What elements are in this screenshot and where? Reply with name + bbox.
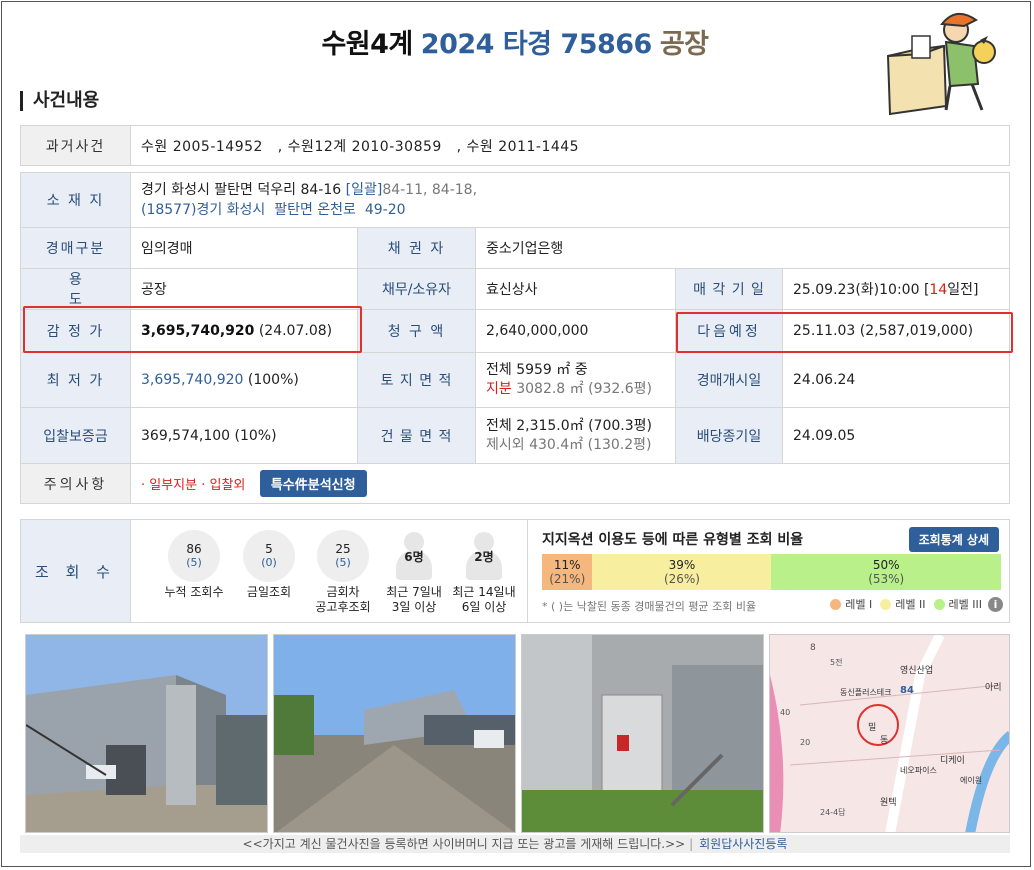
- property-photo-1[interactable]: [25, 634, 268, 833]
- usage-value: 공장: [130, 268, 358, 310]
- view-ratio-panel: 지지옥션 이용도 등에 따른 유형별 조회 비율 조회통계 상세 11% (21%…: [527, 520, 1009, 622]
- past-cases-table: 과거사건 수원 2005-14952 , 수원12계 2010-30859 , …: [20, 125, 1010, 166]
- ratio-note: * ( )는 낙찰된 동종 경매물건의 평균 조회 비율: [542, 600, 757, 613]
- stat-recent-7days: 6명 최근 7일내 3일 이상: [374, 530, 454, 615]
- map-label: 24-4답: [820, 807, 846, 817]
- land-area-label: 토 지 면 적: [357, 352, 476, 408]
- claim-label: 청 구 액: [357, 309, 476, 353]
- deposit-value: 369,574,100 (10%): [130, 407, 358, 464]
- past-cases-label: 과거사건: [20, 125, 131, 166]
- road-address: (18577)경기 화성시 팔탄면 온천로 49-20: [141, 202, 406, 218]
- map-label: 동: [880, 735, 888, 746]
- stat-total-views: 86 (5) 누적 조회수: [154, 530, 234, 600]
- section-title: 사건내용: [20, 91, 99, 111]
- stats-detail-button[interactable]: 조회통계 상세: [908, 527, 999, 552]
- views-label: 조 회 수: [21, 520, 131, 622]
- auction-start-value: 24.06.24: [782, 352, 1010, 408]
- map-label: 동신플러스테크: [840, 688, 892, 697]
- land-area-value: 전체 5959 ㎡ 중 지분 3082.8 ㎡ (932.6평): [475, 352, 676, 408]
- ratio-bar: 11% (21%) 39% (26%) 50% (53%): [542, 554, 1001, 590]
- photo-register-link[interactable]: 회원답사사진등록: [699, 837, 787, 851]
- map-label: 아리: [985, 682, 1002, 693]
- map-label: 40: [780, 708, 790, 717]
- property-kind: 공장: [659, 29, 709, 60]
- debtor-label: 채무/소유자: [357, 268, 476, 310]
- creditor-label: 채 권 자: [357, 227, 476, 269]
- property-photo-2[interactable]: [273, 634, 516, 833]
- view-stats-panel: 조 회 수 86 (5) 누적 조회수 5 (0) 금일조회 25 (5) 금회차 공…: [20, 519, 1010, 623]
- legend-dot: [933, 598, 945, 610]
- minimum-price-value: 3,695,740,920 (100%): [130, 352, 358, 408]
- map-label: 20: [800, 738, 810, 747]
- info-icon[interactable]: i: [988, 596, 1003, 612]
- ratio-segment-3: 50% (53%): [771, 554, 1001, 590]
- map-label: 에이원: [960, 775, 982, 785]
- debtor-value: 효신상사: [475, 268, 676, 310]
- page-title: 수원4계 2024 타경 75866 공장: [0, 22, 1030, 61]
- stat-round-views: 25 (5) 금회차 공고후조회: [303, 530, 383, 615]
- caution-label: 주의사항: [20, 463, 131, 504]
- auction-type-value: 임의경매: [130, 227, 358, 269]
- auction-type-label: 경매구분: [20, 227, 131, 269]
- claim-value: 2,640,000,000: [475, 309, 676, 353]
- next-schedule-highlight: [676, 312, 1013, 353]
- creditor-value: 중소기업은행: [475, 227, 1010, 269]
- location-map[interactable]: 8 84 영신산업 동신플러스테크 밀 동 원텍 디케이 네오파이스 아리 에이…: [769, 634, 1010, 833]
- map-label: 84: [900, 685, 914, 696]
- map-label: 영신산업: [900, 665, 933, 676]
- ratio-segment-2: 39% (26%): [592, 554, 772, 590]
- ratio-segment-1: 11% (21%): [542, 554, 593, 590]
- sale-date-label: 매 각 기 일: [675, 268, 783, 310]
- photo-footer: <<가지고 계신 물건사진을 등록하면 사이버머니 지급 또는 광고를 게재해 …: [20, 835, 1010, 853]
- appraisal-highlight: [23, 306, 362, 353]
- map-label: 디케이: [940, 755, 965, 766]
- dividend-end-value: 24.09.05: [782, 407, 1010, 464]
- map-label: 밀: [868, 721, 876, 733]
- dividend-end-label: 배당종기일: [675, 407, 783, 464]
- legend-dot: [880, 598, 892, 610]
- map-label: 5전: [830, 657, 842, 667]
- caution-value: · 일부지분 · 입찰외 특수件분석신청: [130, 463, 1010, 504]
- building-area-value: 전체 2,315.0㎡ (700.3평) 제시외 430.4㎡ (130.2평): [475, 407, 676, 464]
- ratio-legend: 레벨 I 레벨 II 레벨 III i: [822, 596, 1003, 612]
- property-photo-3[interactable]: [521, 634, 764, 833]
- mascot-illustration: [886, 13, 996, 116]
- location-label: 소 재 지: [20, 172, 131, 228]
- special-analysis-button[interactable]: 특수件분석신청: [259, 470, 367, 497]
- person-icon: 6명: [388, 530, 440, 582]
- map-label: 8: [810, 643, 816, 653]
- deposit-label: 입찰보증금: [20, 407, 131, 464]
- map-label: 네오파이스: [900, 765, 937, 775]
- usage-label: 용 도: [20, 268, 131, 310]
- stat-today-views: 5 (0) 금일조회: [229, 530, 309, 600]
- bulk-link[interactable]: [일괄]: [346, 182, 383, 198]
- minimum-price-label: 최 저 가: [20, 352, 131, 408]
- ratio-title: 지지옥션 이용도 등에 따른 유형별 조회 비율: [542, 532, 804, 548]
- past-cases-value: 수원 2005-14952 , 수원12계 2010-30859 , 수원 20…: [130, 125, 1010, 166]
- person-icon: 2명: [458, 530, 510, 582]
- sale-date-value: 25.09.23(화)10:00 [14일전]: [782, 268, 1010, 310]
- map-label: 원텍: [880, 797, 897, 808]
- case-number: 2024 타경 75866: [420, 29, 653, 60]
- location-value: 경기 화성시 팔탄면 덕우리 84-16 [일괄]84-11, 84-18, (…: [130, 172, 1010, 228]
- court-name: 수원4계: [321, 29, 413, 60]
- stat-recent-14days: 2명 최근 14일내 6일 이상: [444, 530, 524, 615]
- auction-start-label: 경매개시일: [675, 352, 783, 408]
- building-area-label: 건 물 면 적: [357, 407, 476, 464]
- legend-dot: [830, 598, 842, 610]
